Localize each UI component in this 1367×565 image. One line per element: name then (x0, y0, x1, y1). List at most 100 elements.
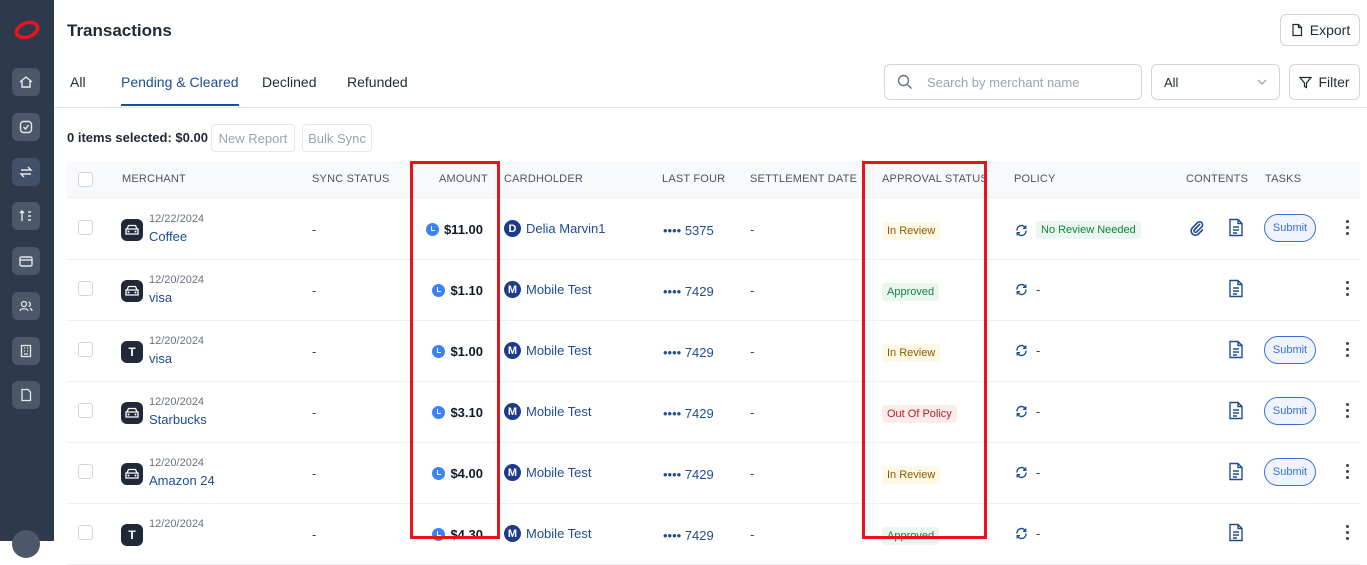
more-options-icon[interactable] (1346, 281, 1350, 299)
users-icon[interactable] (12, 292, 40, 320)
home-icon[interactable] (12, 68, 40, 96)
policy-value: - (1036, 404, 1041, 419)
cardholder-name: Mobile Test (526, 282, 592, 297)
sync-status: - (312, 344, 317, 359)
row-checkbox[interactable] (78, 281, 93, 296)
more-options-icon[interactable] (1346, 464, 1350, 482)
merchant-name[interactable]: Starbucks (149, 412, 207, 427)
car-icon (121, 402, 143, 424)
sync-icon[interactable] (1015, 466, 1028, 479)
filter-button[interactable]: Filter (1289, 64, 1360, 100)
sync-status: - (312, 405, 317, 420)
status-select[interactable]: All (1151, 64, 1280, 100)
col-settlement-date[interactable]: SETTLEMENT DATE (750, 173, 857, 185)
tab-declined[interactable]: Declined (262, 74, 316, 90)
cardholder[interactable]: D Delia Marvin1 (504, 220, 605, 237)
bulk-sync-button[interactable]: Bulk Sync (302, 124, 372, 152)
sync-icon[interactable] (1015, 405, 1028, 418)
active-tab-indicator (121, 104, 239, 106)
cardholder[interactable]: M Mobile Test (504, 464, 592, 481)
reimbursements-icon[interactable] (12, 202, 40, 230)
tab-pending-cleared[interactable]: Pending & Cleared (121, 74, 239, 90)
tab-refunded[interactable]: Refunded (347, 74, 408, 90)
approvals-icon[interactable] (12, 113, 40, 141)
policy-value: - (1036, 526, 1041, 541)
receipt-icon[interactable] (1228, 279, 1244, 298)
submit-button[interactable]: Submit (1264, 336, 1316, 364)
car-icon (121, 463, 143, 485)
more-options-icon[interactable] (1346, 403, 1350, 421)
submit-button[interactable]: Submit (1264, 397, 1316, 425)
export-button[interactable]: Export (1280, 14, 1360, 46)
more-options-icon[interactable] (1346, 525, 1350, 543)
col-policy[interactable]: POLICY (1014, 173, 1056, 185)
more-options-icon[interactable] (1346, 220, 1350, 238)
merchant-name[interactable]: visa (149, 290, 172, 305)
cardholder-name: Mobile Test (526, 526, 592, 541)
col-cardholder[interactable]: CARDHOLDER (504, 173, 583, 185)
merchant-name[interactable]: visa (149, 351, 172, 366)
car-icon (121, 219, 143, 241)
policy: - (1015, 465, 1040, 480)
col-sync-status[interactable]: SYNC STATUS (312, 173, 390, 185)
row-checkbox[interactable] (78, 342, 93, 357)
company-icon[interactable] (12, 337, 40, 365)
receipt-icon[interactable] (1228, 462, 1244, 481)
last-four[interactable]: •••• 5375 (663, 223, 714, 238)
merchant-logo: T (121, 524, 143, 546)
page-title: Transactions (67, 21, 172, 40)
submit-button[interactable]: Submit (1264, 458, 1316, 486)
sync-status: - (312, 283, 317, 298)
car-icon (121, 280, 143, 302)
cards-icon[interactable] (12, 247, 40, 275)
search-box[interactable] (884, 64, 1142, 100)
transaction-date: 12/20/2024 (149, 518, 205, 530)
last-four[interactable]: •••• 7429 (663, 345, 714, 360)
merchant-name[interactable]: Coffee (149, 229, 187, 244)
sync-status: - (312, 527, 317, 542)
help-icon[interactable] (12, 530, 40, 558)
merchant-name[interactable]: Amazon 24 (149, 473, 215, 488)
row-checkbox[interactable] (78, 403, 93, 418)
attachment-icon[interactable] (1188, 219, 1206, 237)
search-input[interactable] (925, 73, 1119, 91)
receipt-icon[interactable] (1228, 340, 1244, 359)
settlement-date: - (750, 344, 755, 359)
col-tasks: TASKS (1265, 173, 1302, 185)
cardholder[interactable]: M Mobile Test (504, 525, 592, 542)
last-four[interactable]: •••• 7429 (663, 406, 714, 421)
tab-all[interactable]: All (70, 74, 86, 90)
cardholder[interactable]: M Mobile Test (504, 342, 592, 359)
policy-value: - (1036, 465, 1041, 480)
col-merchant[interactable]: MERCHANT (122, 173, 186, 185)
sync-icon[interactable] (1015, 224, 1028, 237)
policy: - (1015, 404, 1040, 419)
row-checkbox[interactable] (78, 464, 93, 479)
select-all-checkbox[interactable] (78, 172, 93, 187)
cardholder[interactable]: M Mobile Test (504, 281, 592, 298)
row-checkbox[interactable] (78, 525, 93, 540)
settlement-date: - (750, 283, 755, 298)
cardholder-name: Mobile Test (526, 465, 592, 480)
receipt-icon[interactable] (1228, 523, 1244, 542)
sync-icon[interactable] (1015, 527, 1028, 540)
avatar: M (504, 525, 521, 542)
transactions-icon[interactable] (12, 158, 40, 186)
last-four[interactable]: •••• 7429 (663, 284, 714, 299)
amount-column-highlight (410, 161, 500, 539)
submit-button[interactable]: Submit (1264, 214, 1316, 242)
reports-icon[interactable] (12, 381, 40, 409)
transaction-date: 12/20/2024 (149, 457, 205, 469)
sync-icon[interactable] (1015, 283, 1028, 296)
receipt-icon[interactable] (1228, 218, 1244, 237)
search-icon (897, 74, 912, 89)
row-checkbox[interactable] (78, 220, 93, 235)
new-report-button[interactable]: New Report (211, 124, 295, 152)
receipt-icon[interactable] (1228, 401, 1244, 420)
last-four[interactable]: •••• 7429 (663, 467, 714, 482)
more-options-icon[interactable] (1346, 342, 1350, 360)
sidebar (0, 0, 54, 558)
col-last-four[interactable]: LAST FOUR (662, 173, 725, 185)
cardholder[interactable]: M Mobile Test (504, 403, 592, 420)
sync-icon[interactable] (1015, 344, 1028, 357)
